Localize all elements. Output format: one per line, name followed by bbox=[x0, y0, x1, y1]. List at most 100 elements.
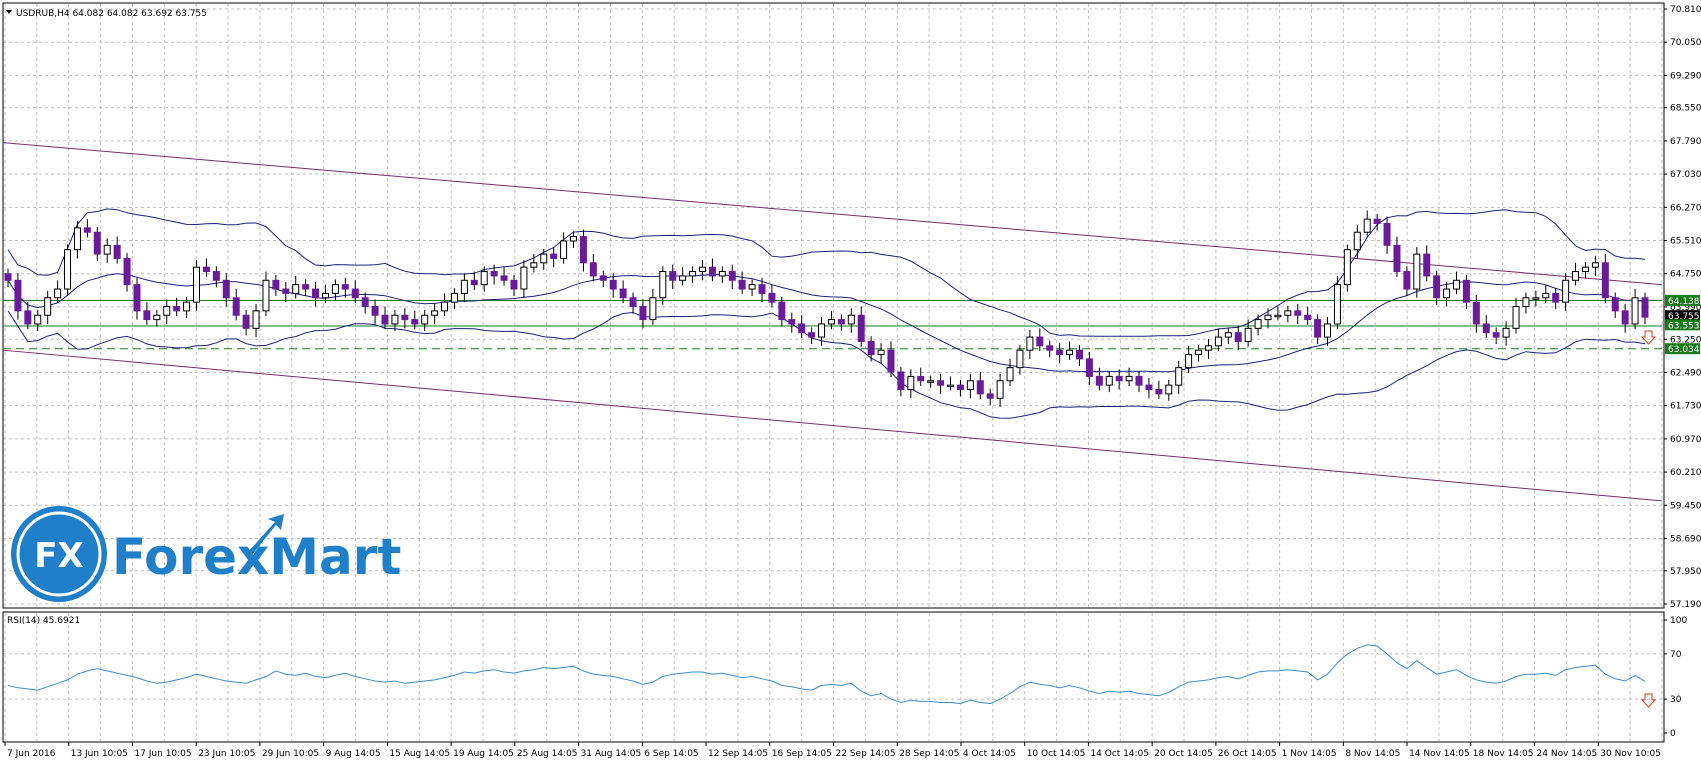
time-tick-label: 19 Aug 14:05 bbox=[453, 749, 514, 759]
candle-down bbox=[986, 393, 994, 399]
candle-down bbox=[242, 314, 250, 329]
candle-up bbox=[1214, 336, 1222, 347]
time-tick-label: 6 Sep 14:05 bbox=[644, 749, 698, 759]
candle-down bbox=[976, 380, 984, 395]
candle-up bbox=[520, 266, 528, 290]
candle-down bbox=[1552, 292, 1560, 303]
time-tick-label: 23 Jun 10:05 bbox=[198, 749, 255, 759]
rsi-tick-label: 0 bbox=[1670, 729, 1676, 739]
candle-down bbox=[173, 306, 181, 312]
candle-down bbox=[599, 275, 607, 281]
candle-down bbox=[232, 297, 240, 316]
candle-up bbox=[262, 279, 270, 312]
candle-down bbox=[24, 310, 32, 325]
usdrub-h4-chart[interactable]: FX ForexMart 70.810 70.050 69.290 68.550 67.… bbox=[0, 0, 1701, 766]
price-tick-label: 60.210 bbox=[1670, 468, 1701, 478]
candle-up bbox=[570, 236, 578, 242]
candle-down bbox=[956, 384, 964, 391]
candle-up bbox=[421, 314, 429, 325]
time-tick-label: 29 Jun 10:05 bbox=[262, 749, 319, 759]
candle-up bbox=[649, 297, 657, 321]
candle-down bbox=[113, 244, 121, 259]
candle-up bbox=[966, 380, 974, 391]
candle-up bbox=[1284, 310, 1292, 316]
candle-up bbox=[1254, 319, 1262, 329]
time-tick-label: 4 Oct 14:05 bbox=[963, 749, 1016, 759]
candle-down bbox=[1155, 389, 1163, 395]
candle-up bbox=[748, 284, 756, 290]
candle-up bbox=[1175, 367, 1183, 386]
candle-down bbox=[411, 319, 419, 325]
candle-down bbox=[1294, 310, 1302, 316]
candle-up bbox=[1026, 336, 1034, 351]
candle-up bbox=[1195, 349, 1203, 356]
candle-down bbox=[470, 279, 478, 286]
candle-up bbox=[1631, 297, 1639, 325]
candle-up bbox=[1343, 249, 1351, 286]
candle-down bbox=[629, 297, 637, 307]
price-tag-label: 63.553 bbox=[1668, 321, 1700, 331]
candle-down bbox=[133, 284, 141, 312]
candle-up bbox=[1165, 384, 1173, 395]
price-tags: 64.13863.75563.55363.034 bbox=[1665, 294, 1700, 355]
candle-down bbox=[708, 266, 716, 277]
candle-up bbox=[450, 292, 458, 303]
candle-up bbox=[1224, 332, 1232, 338]
candle-up bbox=[153, 314, 161, 321]
candle-down bbox=[510, 279, 518, 290]
candle-up bbox=[530, 262, 538, 268]
price-tick-label: 58.690 bbox=[1670, 534, 1701, 544]
candle-down bbox=[867, 340, 875, 356]
candle-up bbox=[877, 349, 885, 356]
time-tick-label: 14 Nov 14:05 bbox=[1409, 749, 1470, 759]
candle-up bbox=[907, 375, 915, 391]
candle-down bbox=[4, 273, 12, 281]
candle-up bbox=[1532, 297, 1540, 300]
candle-down bbox=[1373, 218, 1381, 224]
candle-up bbox=[1591, 262, 1599, 268]
candle-up bbox=[847, 314, 855, 325]
candle-down bbox=[282, 288, 290, 294]
price-tick-label: 61.730 bbox=[1670, 402, 1701, 412]
candle-down bbox=[1056, 349, 1064, 356]
time-tick-label: 13 Jun 10:05 bbox=[71, 749, 128, 759]
candle-down bbox=[341, 284, 349, 290]
candle-down bbox=[917, 375, 925, 382]
candle-up bbox=[1125, 375, 1133, 382]
price-tick-label: 67.790 bbox=[1670, 137, 1701, 147]
candle-up bbox=[818, 323, 826, 338]
candle-up bbox=[292, 284, 300, 294]
candle-down bbox=[768, 292, 776, 303]
time-tick-label: 8 Nov 14:05 bbox=[1345, 749, 1400, 759]
candle-up bbox=[331, 284, 339, 294]
candle-down bbox=[212, 271, 220, 281]
time-tick-label: 16 Sep 14:05 bbox=[772, 749, 832, 759]
candle-up bbox=[1333, 284, 1341, 325]
candle-up bbox=[252, 310, 260, 329]
candle-down bbox=[14, 279, 22, 312]
candle-up bbox=[1016, 349, 1024, 369]
candle-down bbox=[351, 288, 359, 299]
candle-down bbox=[1433, 275, 1441, 299]
candle-up bbox=[1542, 292, 1550, 299]
candle-up bbox=[460, 279, 468, 294]
time-tick-label: 12 Sep 14:05 bbox=[708, 749, 768, 759]
candle-up bbox=[441, 301, 449, 312]
candle-down bbox=[837, 319, 845, 325]
candle-down bbox=[1075, 349, 1083, 360]
candle-up bbox=[947, 384, 955, 388]
candle-up bbox=[927, 380, 935, 383]
candle-down bbox=[222, 279, 230, 299]
candle-down bbox=[887, 349, 895, 373]
candle-down bbox=[619, 288, 627, 299]
time-tick-label: 22 Sep 14:05 bbox=[836, 749, 896, 759]
candle-up bbox=[1274, 314, 1282, 318]
candle-down bbox=[609, 279, 617, 290]
time-tick-label: 26 Oct 14:05 bbox=[1218, 749, 1277, 759]
candle-down bbox=[738, 279, 746, 290]
time-tick-label: 10 Oct 14:05 bbox=[1027, 749, 1086, 759]
price-tick-label: 60.970 bbox=[1670, 435, 1701, 445]
candle-down bbox=[639, 306, 647, 321]
time-tick-label: 18 Nov 14:05 bbox=[1473, 749, 1534, 759]
symbol-title: USDRUB,H4 64.082 64.082 63.692 63.755 bbox=[16, 9, 207, 19]
